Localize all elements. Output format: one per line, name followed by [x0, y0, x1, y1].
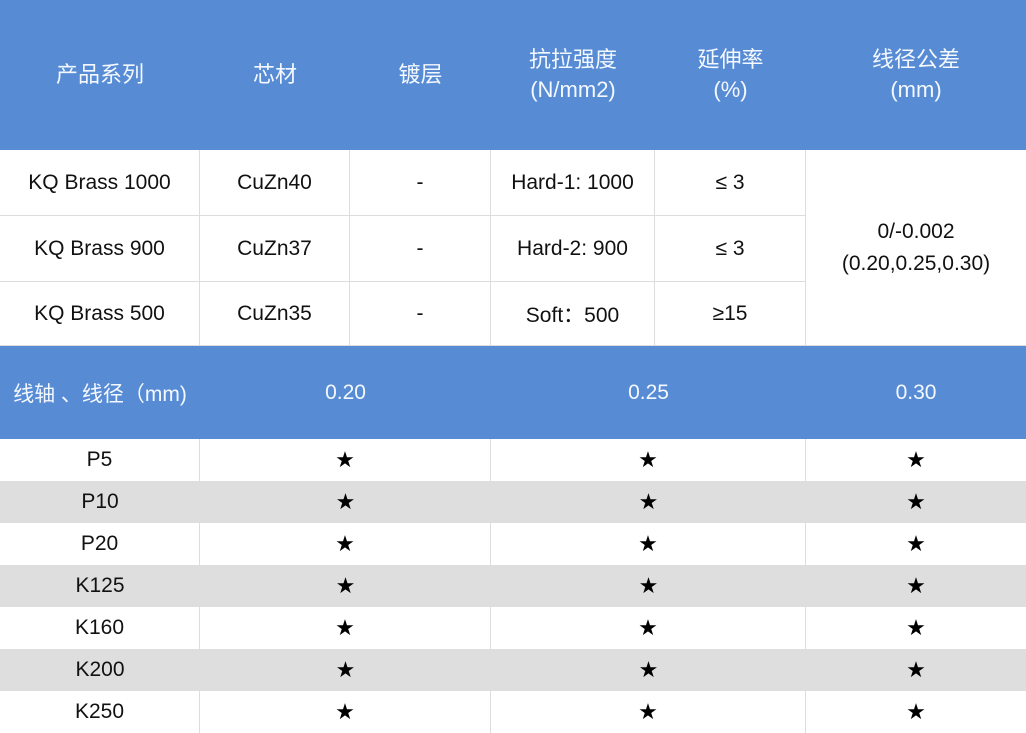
- star-icon: ★: [906, 573, 926, 599]
- diameter-025-header: 0.25: [628, 380, 669, 404]
- spool-row: P20 ★ ★ ★: [0, 523, 1026, 565]
- spool-row: P5 ★ ★ ★: [0, 439, 1026, 481]
- spool-name: K160: [0, 607, 200, 649]
- product-coating: -: [350, 150, 491, 216]
- product-tensile: Hard-1: 1000: [491, 150, 655, 216]
- star-icon: ★: [638, 573, 659, 599]
- spool-name: K200: [75, 658, 125, 681]
- header-elongation-label: 延伸率: [697, 47, 764, 72]
- product-elongation: ≥15: [655, 282, 806, 346]
- star-icon: ★: [906, 615, 926, 641]
- star-icon: ★: [200, 607, 491, 649]
- spool-row: P10 ★ ★ ★: [0, 481, 1026, 523]
- tolerance-cell: 0/-0.002 (0.20,0.25,0.30): [806, 150, 1026, 346]
- star-icon: ★: [906, 531, 926, 557]
- star-icon: ★: [200, 691, 491, 733]
- star-icon: ★: [491, 439, 806, 481]
- star-icon: ★: [906, 489, 926, 515]
- star-icon: ★: [638, 657, 659, 683]
- product-coating: -: [350, 282, 491, 346]
- spool-name: K125: [75, 574, 125, 597]
- product-series: KQ Brass 500: [0, 282, 200, 346]
- spool-header-label: 线轴 、线径（mm): [13, 382, 187, 406]
- product-core: CuZn35: [200, 282, 350, 346]
- header-tolerance-label: 线径公差: [871, 47, 960, 72]
- header-coating-label: 镀层: [398, 62, 443, 87]
- header-tensile: 抗拉强度 (N/mm2): [491, 0, 655, 150]
- spool-row: K125 ★ ★ ★: [0, 565, 1026, 607]
- product-core: CuZn40: [200, 150, 350, 216]
- star-icon: ★: [491, 691, 806, 733]
- spec-table-body: KQ Brass 1000 CuZn40 - Hard-1: 1000 ≤ 3 …: [0, 150, 1026, 346]
- star-icon: ★: [200, 523, 491, 565]
- header-tensile-label: 抗拉强度: [528, 47, 617, 72]
- header-tolerance: 线径公差 (mm): [806, 0, 1026, 150]
- product-core: CuZn37: [200, 216, 350, 282]
- star-icon: ★: [491, 607, 806, 649]
- diameter-030-header: 0.30: [895, 380, 937, 404]
- star-icon: ★: [906, 699, 926, 725]
- product-coating: -: [350, 216, 491, 282]
- product-series: KQ Brass 900: [0, 216, 200, 282]
- spool-name: P10: [81, 490, 119, 513]
- star-icon: ★: [335, 573, 356, 599]
- header-tensile-unit: (N/mm2): [530, 77, 616, 102]
- diameter-020-header: 0.20: [325, 380, 366, 404]
- spool-name: P5: [0, 439, 200, 481]
- spec-table-header: 产品系列 芯材 镀层 抗拉强度 (N/mm2) 延伸率 (%) 线径公差 (mm…: [0, 0, 1026, 150]
- star-icon: ★: [200, 439, 491, 481]
- spool-row: K250 ★ ★ ★: [0, 691, 1026, 733]
- spool-name: P20: [0, 523, 200, 565]
- product-tensile: Hard-2: 900: [491, 216, 655, 282]
- header-series-label: 产品系列: [55, 62, 144, 87]
- header-coating: 镀层: [350, 0, 491, 150]
- header-series: 产品系列: [0, 0, 200, 150]
- star-icon: ★: [906, 447, 926, 473]
- header-core: 芯材: [200, 0, 350, 150]
- header-elongation-unit: (%): [713, 77, 748, 102]
- star-icon: ★: [638, 489, 659, 515]
- spool-name: K250: [0, 691, 200, 733]
- star-icon: ★: [491, 523, 806, 565]
- product-elongation: ≤ 3: [655, 216, 806, 282]
- header-core-label: 芯材: [252, 62, 297, 87]
- tolerance-diameters: (0.20,0.25,0.30): [841, 251, 991, 275]
- tolerance-value: 0/-0.002: [877, 219, 955, 243]
- product-elongation: ≤ 3: [655, 150, 806, 216]
- product-tensile: Soft：500: [491, 282, 655, 346]
- spool-row: K160 ★ ★ ★: [0, 607, 1026, 649]
- spool-table-header: 线轴 、线径（mm) 0.20 0.25 0.30: [0, 346, 1026, 439]
- star-icon: ★: [906, 657, 926, 683]
- header-tolerance-unit: (mm): [890, 77, 942, 102]
- star-icon: ★: [335, 489, 356, 515]
- header-elongation: 延伸率 (%): [655, 0, 806, 150]
- product-spec-sheet: 产品系列 芯材 镀层 抗拉强度 (N/mm2) 延伸率 (%) 线径公差 (mm…: [0, 0, 1026, 733]
- star-icon: ★: [335, 657, 356, 683]
- product-series: KQ Brass 1000: [0, 150, 200, 216]
- spool-row: K200 ★ ★ ★: [0, 649, 1026, 691]
